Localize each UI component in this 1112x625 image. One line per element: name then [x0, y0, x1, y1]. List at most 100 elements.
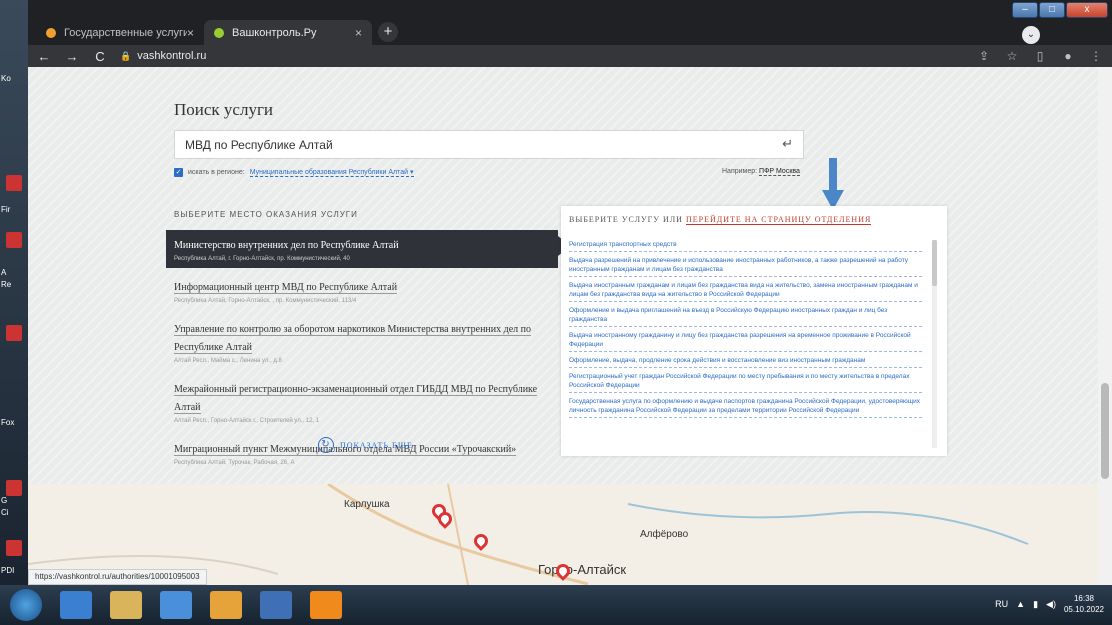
clock[interactable]: 16:38 05.10.2022: [1064, 593, 1104, 615]
address-bar[interactable]: 🔒 vashkontrol.ru: [120, 50, 964, 62]
example-link[interactable]: ПФР Москва: [759, 168, 800, 176]
window-close-button[interactable]: x: [1066, 2, 1108, 18]
tab-vashkontrol[interactable]: Вашконтроль.Ру ×: [204, 20, 372, 45]
taskbar: RU ▲ ▮ ◀) 16:38 05.10.2022: [0, 585, 1112, 625]
desktop-icon-label: PDI: [1, 566, 15, 575]
explorer-icon[interactable]: [110, 591, 142, 619]
place-address: Алтай Респ., Горно-Алтайск г., Строителе…: [174, 418, 320, 424]
service-link[interactable]: Оформление, выдача, продление срока дейс…: [569, 356, 922, 368]
browser-toolbar: ← → C 🔒 vashkontrol.ru ⇪ ☆ ▯ ● ⋮: [28, 45, 1112, 67]
close-icon[interactable]: ×: [187, 26, 194, 40]
region-dropdown[interactable]: Муниципальные образования Республики Алт…: [249, 168, 414, 177]
places-heading: ВЫБЕРИТЕ МЕСТО ОКАЗАНИЯ УСЛУГИ: [174, 210, 358, 219]
service-link[interactable]: Государственная услуга по оформлению и в…: [569, 397, 922, 418]
desktop-icon-label: Re: [1, 280, 12, 289]
vlc-icon[interactable]: [310, 591, 342, 619]
ie-icon[interactable]: [60, 591, 92, 619]
chrome-icon[interactable]: [210, 591, 242, 619]
start-button[interactable]: [10, 589, 42, 621]
star-icon[interactable]: ☆: [1004, 49, 1020, 63]
desktop-icon[interactable]: [6, 325, 22, 341]
menu-icon[interactable]: ⋮: [1088, 49, 1104, 63]
profile-icon[interactable]: ●: [1060, 49, 1076, 63]
language-indicator[interactable]: RU: [995, 599, 1008, 609]
desktop-icon[interactable]: [6, 175, 22, 191]
place-name: Министерство внутренних дел по Республик…: [174, 240, 399, 251]
search-value: МВД по Республике Алтай: [185, 138, 333, 152]
place-address: Республика Алтай, Горно-Алтайск, , пр. К…: [174, 298, 357, 304]
desktop-icon-label: Fir: [1, 205, 11, 214]
region-label: искать в регионе:: [188, 169, 245, 176]
share-icon[interactable]: ⇪: [976, 49, 992, 63]
place-name: Управление по контролю за оборотом нарко…: [174, 324, 532, 354]
desktop-icon-label: Ko: [1, 74, 11, 83]
desktop-icon[interactable]: [6, 540, 22, 556]
window-controls: – □ x: [1012, 2, 1108, 18]
service-panel: ВЫБЕРИТЕ УСЛУГУ ИЛИ ПЕРЕЙДИТЕ НА СТРАНИЦ…: [561, 206, 947, 456]
place-name: Информационный центр МВД по Республике А…: [174, 282, 398, 294]
maximize-button[interactable]: □: [1039, 2, 1065, 18]
desktop-icon-label: Fox: [1, 418, 15, 427]
minimize-button[interactable]: –: [1012, 2, 1038, 18]
enter-icon[interactable]: ↵: [782, 136, 793, 152]
place-item[interactable]: Информационный центр МВД по Республике А…: [166, 272, 558, 310]
example-label: Например:: [722, 168, 758, 175]
new-tab-button[interactable]: +: [378, 22, 398, 42]
status-url: https://vashkontrol.ru/authorities/10001…: [28, 569, 207, 585]
refresh-icon: ↻: [318, 437, 334, 453]
media-player-icon[interactable]: [160, 591, 192, 619]
show-more-button[interactable]: ↻ ПОКАЗАТЬ ЕЩЕ: [318, 437, 413, 453]
place-item-selected[interactable]: Министерство внутренних дел по Республик…: [166, 230, 570, 268]
url-text: vashkontrol.ru: [137, 50, 207, 62]
place-address: Республика Алтай, Турочак, Рабочая, 26, …: [174, 460, 295, 466]
page-scrollbar[interactable]: [1098, 67, 1112, 585]
back-icon[interactable]: ←: [36, 49, 52, 64]
service-link[interactable]: Регистрация транспортных средств: [569, 240, 922, 252]
service-link[interactable]: Регистрационный учет граждан Российской …: [569, 372, 922, 393]
scrollbar-thumb[interactable]: [932, 240, 937, 286]
department-page-link[interactable]: ПЕРЕЙДИТЕ НА СТРАНИЦУ ОТДЕЛЕНИЯ: [685, 215, 872, 225]
volume-icon[interactable]: ◀): [1046, 599, 1056, 610]
desktop-strip: Ko Fir A Re Fox G Ci PDI: [0, 0, 28, 585]
save-icon[interactable]: [260, 591, 292, 619]
tab-favicon: [46, 27, 56, 38]
search-input[interactable]: МВД по Республике Алтай ↵: [174, 130, 804, 159]
service-list: Регистрация транспортных средств Выдача …: [569, 240, 922, 448]
tab-label: Вашконтроль.Ру: [232, 26, 317, 39]
service-list-scrollbar[interactable]: [932, 240, 937, 448]
example-hint: Например: ПФР Москва: [722, 168, 800, 176]
tab-gosuslugi[interactable]: Государственные услуги ×: [36, 20, 204, 45]
tab-label: Государственные услуги: [64, 26, 187, 39]
map-label: Алфёрово: [640, 529, 689, 540]
map-label: Карлушка: [344, 499, 390, 510]
sidepanel-icon[interactable]: ▯: [1032, 49, 1048, 63]
clock-date: 05.10.2022: [1063, 605, 1104, 614]
chevron-down-icon[interactable]: ⌄: [1022, 26, 1040, 44]
desktop-icon[interactable]: [6, 480, 22, 496]
service-link[interactable]: Оформление и выдача приглашений на въезд…: [569, 306, 922, 327]
desktop-icon-label: A: [1, 268, 7, 277]
page-title: Поиск услуги: [174, 100, 274, 119]
service-link[interactable]: Выдача иностранному гражданину и лицу бе…: [569, 331, 922, 352]
region-value: Муниципальные образования Республики Алт…: [249, 169, 409, 176]
desktop-icon[interactable]: [6, 232, 22, 248]
close-icon[interactable]: ×: [355, 26, 362, 40]
map-label: Горно-Алтайск: [538, 562, 627, 577]
region-filter: ✓ искать в регионе: Муниципальные образо…: [174, 168, 414, 177]
region-checkbox[interactable]: ✓: [174, 168, 183, 177]
forward-icon[interactable]: →: [64, 49, 80, 64]
tray-up-icon[interactable]: ▲: [1016, 599, 1025, 609]
place-address: Республика Алтай, г. Горно-Алтайск, пр. …: [174, 256, 350, 262]
scrollbar-thumb[interactable]: [1101, 383, 1109, 479]
services-heading-text: ВЫБЕРИТЕ УСЛУГУ ИЛИ: [569, 215, 683, 224]
show-more-label: ПОКАЗАТЬ ЕЩЕ: [340, 440, 413, 450]
service-link[interactable]: Выдача иностранным гражданам и лицам без…: [569, 281, 922, 302]
services-heading: ВЫБЕРИТЕ УСЛУГУ ИЛИ ПЕРЕЙДИТЕ НА СТРАНИЦ…: [569, 215, 872, 225]
place-item[interactable]: Межрайонный регистрационно-экзаменационн…: [166, 374, 558, 430]
page-content: Поиск услуги МВД по Республике Алтай ↵ ✓…: [28, 67, 1098, 585]
map[interactable]: Карлушка Алфёрово Горно-Алтайск https://…: [28, 484, 1098, 585]
reload-icon[interactable]: C: [92, 49, 108, 64]
network-icon[interactable]: ▮: [1033, 599, 1038, 610]
place-item[interactable]: Управление по контролю за оборотом нарко…: [166, 314, 558, 370]
service-link[interactable]: Выдача разрешений на привлечение и испол…: [569, 256, 922, 277]
